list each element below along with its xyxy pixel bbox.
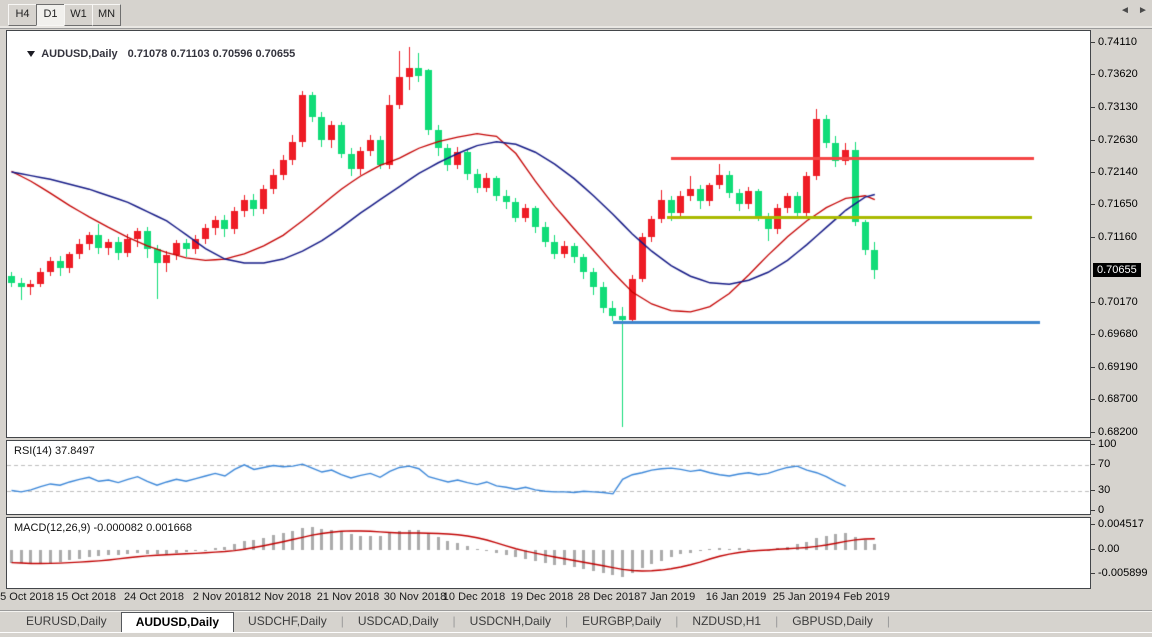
macd-axis-label: 0.00 — [1098, 543, 1119, 555]
chart-title-ohlc: 0.71078 0.71103 0.70596 0.70655 — [128, 48, 296, 60]
chart-dropdown-icon[interactable] — [27, 51, 35, 57]
date-label: 15 Oct 2018 — [56, 591, 116, 603]
main-chart-canvas[interactable] — [7, 31, 1090, 437]
date-label: 10 Dec 2018 — [443, 591, 505, 603]
symbol-tab-eurgbp-daily[interactable]: EURGBP,Daily — [568, 611, 675, 632]
symbol-tab-nzdusd-h1[interactable]: NZDUSD,H1 — [678, 611, 775, 632]
date-label: 25 Jan 2019 — [773, 591, 834, 603]
macd-tick — [1091, 573, 1095, 574]
symbol-tab-usdchf-daily[interactable]: USDCHF,Daily — [234, 611, 341, 632]
timeframe-toolbar: H4D1W1MN — [0, 0, 1152, 29]
main-chart-panel: AUDUSD,Daily 0.71078 0.71103 0.70596 0.70… — [6, 30, 1091, 438]
date-label: 19 Dec 2018 — [511, 591, 573, 603]
tab-scroll-right-icon[interactable]: ► — [1138, 5, 1148, 16]
tab-separator: | — [887, 611, 890, 632]
date-label: 4 Feb 2019 — [834, 591, 890, 603]
symbol-tab-eurusd-daily[interactable]: EURUSD,Daily — [12, 611, 121, 632]
date-label: 24 Oct 2018 — [124, 591, 184, 603]
tab-scroll-left-icon[interactable]: ◄ — [1120, 5, 1130, 16]
symbol-tab-audusd-daily[interactable]: AUDUSD,Daily — [121, 612, 234, 632]
status-bar — [0, 632, 1152, 637]
date-label: 12 Nov 2018 — [249, 591, 311, 603]
symbol-tabbar: EURUSD,DailyAUDUSD,DailyUSDCHF,Daily | USD… — [0, 610, 1152, 632]
date-label: 30 Nov 2018 — [384, 591, 446, 603]
date-label: 2 Nov 2018 — [193, 591, 249, 603]
date-label: 16 Jan 2019 — [706, 591, 767, 603]
chart-title-symbol: AUDUSD,Daily — [41, 48, 117, 60]
macd-tick — [1091, 524, 1095, 525]
date-label: 7 Jan 2019 — [641, 591, 695, 603]
chart-title: AUDUSD,Daily 0.71078 0.71103 0.70596 0.70… — [15, 36, 295, 72]
rsi-label: RSI(14) 37.8497 — [14, 445, 95, 457]
rsi-panel: RSI(14) 37.8497 — [6, 440, 1091, 515]
macd-tick — [1091, 549, 1095, 550]
macd-axis-label: -0.005899 — [1098, 567, 1148, 579]
macd-label: MACD(12,26,9) -0.000082 0.001668 — [14, 522, 192, 534]
date-label: 21 Nov 2018 — [317, 591, 379, 603]
macd-axis: 0.004517 0.00 -0.005899 — [1091, 0, 1152, 590]
symbol-tab-usdcnh-daily[interactable]: USDCNH,Daily — [456, 611, 565, 632]
macd-panel: MACD(12,26,9) -0.000082 0.001668 — [6, 517, 1091, 589]
symbol-tab-gbpusd-daily[interactable]: GBPUSD,Daily — [778, 611, 887, 632]
date-axis: 5 Oct 201815 Oct 201824 Oct 20182 Nov 20… — [6, 591, 1091, 607]
timeframe-tab-w1[interactable]: W1 — [64, 4, 93, 26]
symbol-tab-usdcad-daily[interactable]: USDCAD,Daily — [344, 611, 453, 632]
date-label: 5 Oct 2018 — [0, 591, 54, 603]
date-label: 28 Dec 2018 — [578, 591, 640, 603]
timeframe-tab-mn[interactable]: MN — [92, 4, 121, 26]
rsi-canvas[interactable] — [7, 441, 1090, 514]
timeframe-tab-d1[interactable]: D1 — [36, 4, 65, 26]
macd-axis-label: 0.004517 — [1098, 518, 1144, 530]
timeframe-tab-h4[interactable]: H4 — [8, 4, 37, 26]
